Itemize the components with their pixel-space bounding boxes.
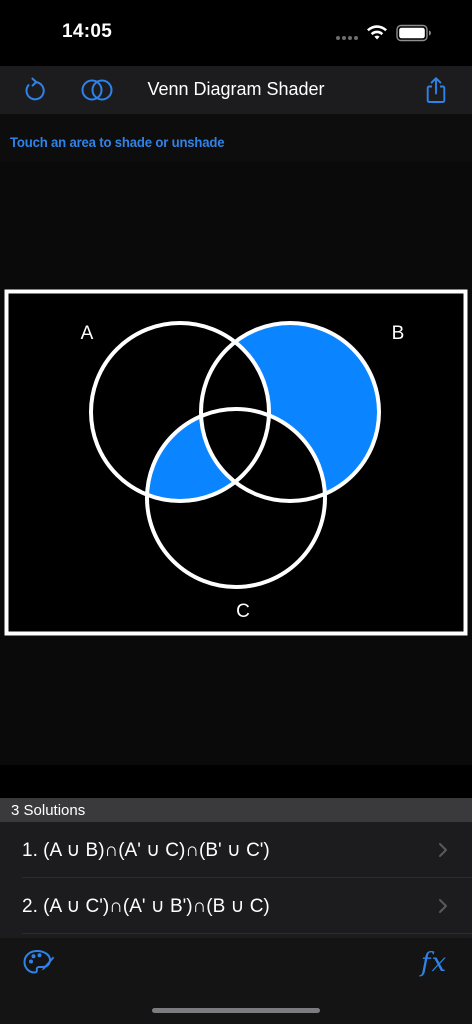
- diagram-canvas[interactable]: A B C: [0, 162, 472, 765]
- fx-label: fx: [420, 948, 448, 978]
- solution-label: 2. (A ∪ C')∩(A' ∪ B')∩(B ∪ C): [22, 896, 270, 917]
- palette-icon: [23, 950, 55, 974]
- cellular-signal-icon: [336, 36, 358, 40]
- share-icon: [426, 77, 446, 103]
- share-button[interactable]: [421, 76, 451, 104]
- hint-text: Touch an area to shade or unshade: [10, 134, 225, 150]
- venn-diagram[interactable]: A B C: [0, 162, 472, 765]
- solutions-count: 3 Solutions: [11, 802, 86, 819]
- solutions-list: 1. (A ∪ B)∩(A' ∪ C)∩(B' ∪ C') 2. (A ∪ C'…: [0, 822, 472, 938]
- chevron-right-icon: [439, 899, 447, 913]
- nav-bar: Venn Diagram Shader: [0, 66, 472, 114]
- solution-row[interactable]: 1. (A ∪ B)∩(A' ∪ C)∩(B' ∪ C'): [0, 822, 472, 877]
- home-indicator[interactable]: [152, 1008, 320, 1013]
- label-set-a: A: [81, 323, 94, 344]
- wifi-icon: [367, 25, 387, 40]
- label-set-c: C: [236, 601, 250, 622]
- solution-row[interactable]: 2. (A ∪ C')∩(A' ∪ B')∩(B ∪ C): [0, 878, 472, 933]
- formula-button[interactable]: fx: [414, 948, 454, 978]
- solutions-header: 3 Solutions: [0, 798, 472, 822]
- screen: 14:05 Venn Diagram Shader Touch an area …: [0, 0, 472, 1024]
- chevron-right-icon: [439, 843, 447, 857]
- solution-label: 1. (A ∪ B)∩(A' ∪ C)∩(B' ∪ C'): [22, 840, 270, 861]
- palette-button[interactable]: [21, 948, 57, 978]
- venn-diagram-button[interactable]: [79, 76, 115, 104]
- status-bar: 14:05: [0, 0, 472, 66]
- page-title: Venn Diagram Shader: [147, 79, 325, 99]
- venn-diagram-icon: [81, 79, 113, 101]
- solution-divider: [22, 933, 472, 934]
- battery-icon: [396, 24, 431, 42]
- refresh-icon: [25, 77, 45, 101]
- hint-row: Touch an area to shade or unshade: [0, 114, 472, 162]
- label-set-b: B: [392, 323, 405, 344]
- status-time: 14:05: [62, 21, 113, 42]
- refresh-button[interactable]: [19, 76, 49, 104]
